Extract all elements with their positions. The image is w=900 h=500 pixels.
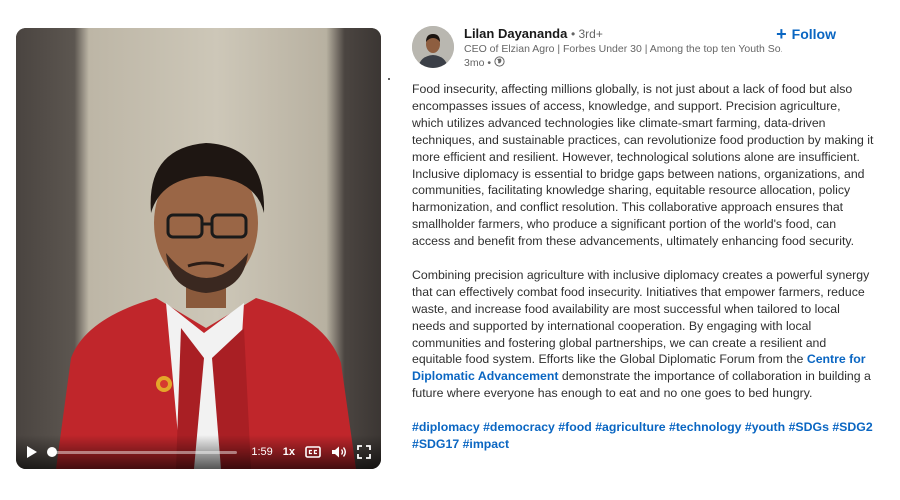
post-paragraph-2: Combining precision agriculture with inc… [412, 267, 874, 402]
avatar[interactable] [412, 26, 454, 68]
hashtag-link[interactable]: #technology [669, 420, 741, 434]
fullscreen-icon[interactable] [357, 445, 371, 459]
hashtag-link[interactable]: #impact [463, 437, 509, 451]
hashtag-link[interactable]: #food [558, 420, 591, 434]
video-time: 1:59 [251, 446, 273, 458]
connection-degree: • 3rd+ [570, 27, 603, 41]
hashtag-link[interactable]: #youth [745, 420, 785, 434]
plus-icon: + [776, 24, 787, 44]
hashtag-link[interactable]: #SDG17 [412, 437, 459, 451]
follow-label: Follow [791, 26, 836, 42]
decorative-dot [388, 78, 390, 80]
video-progress-bar[interactable] [47, 446, 238, 457]
hashtag-link[interactable]: #SDG2 [832, 420, 872, 434]
paragraph-2-text: Combining precision agriculture with inc… [412, 267, 870, 367]
post-header: Lilan Dayananda • 3rd+ CEO of Elzian Agr… [412, 24, 872, 76]
video-player[interactable]: 1:59 1x [16, 28, 381, 469]
post-paragraph-1: Food insecurity, affecting millions glob… [412, 82, 874, 249]
hashtag-link[interactable]: #agriculture [595, 420, 665, 434]
captions-icon[interactable] [305, 446, 321, 458]
hashtag-link[interactable]: #diplomacy [412, 420, 480, 434]
play-icon[interactable] [26, 445, 38, 459]
post-meta: 3mo • [464, 56, 774, 71]
volume-icon[interactable] [331, 445, 347, 459]
progress-scrubber[interactable] [47, 446, 57, 457]
video-frame [16, 28, 381, 469]
globe-icon [494, 56, 505, 71]
post-time: 3mo • [464, 57, 492, 69]
author-name[interactable]: Lilan Dayananda [464, 26, 567, 41]
hashtag-link[interactable]: #democracy [483, 420, 555, 434]
author-headline: CEO of Elzian Agro | Forbes Under 30 | A… [464, 43, 782, 55]
video-controls: 1:59 1x [16, 435, 381, 469]
hashtag-link[interactable]: #SDGs [789, 420, 829, 434]
follow-button[interactable]: + Follow [776, 24, 836, 44]
playback-speed-button[interactable]: 1x [283, 446, 295, 458]
hashtag-list: #diplomacy #democracy #food #agriculture… [412, 419, 874, 453]
post-body: Food insecurity, affecting millions glob… [412, 81, 874, 453]
